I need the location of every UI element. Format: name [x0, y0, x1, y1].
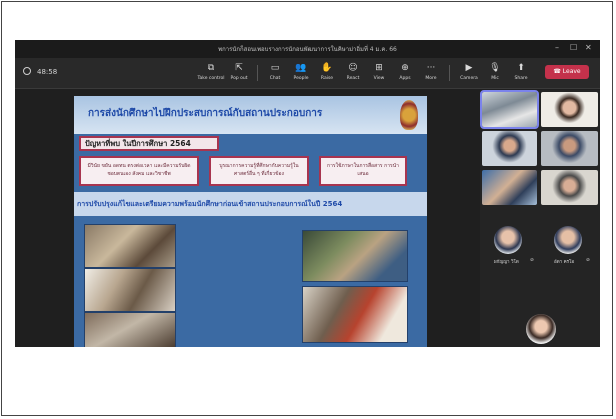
chat-icon: ▭ [270, 63, 280, 73]
leave-button[interactable]: ☎ Leave [545, 65, 589, 79]
mic-off-icon: 🎙 [489, 63, 501, 73]
take-control-icon: ⧉ [207, 63, 215, 73]
close-button[interactable]: ✕ [585, 43, 592, 52]
participant-video-tile[interactable] [541, 131, 598, 166]
view-label: View [373, 76, 385, 81]
raise-hand-button[interactable]: ✋ Raise [313, 62, 341, 86]
pop-out-button[interactable]: ⇱ Pop out [225, 62, 253, 86]
chat-button[interactable]: ▭ Chat [261, 62, 289, 86]
more-button[interactable]: ··· More [417, 62, 445, 86]
share-label: Share [514, 76, 528, 81]
training-photo [302, 286, 408, 343]
problem-box-discipline: มีวินัย ขยัน อดทน ตรงต่อเวลา และมีความรั… [79, 156, 199, 186]
raise-label: Raise [320, 76, 334, 81]
participant-avatar[interactable] [554, 226, 582, 254]
pop-out-label: Pop out [230, 76, 248, 81]
leave-label: Leave [562, 68, 581, 75]
apps-label: Apps [399, 76, 411, 81]
take-control-button[interactable]: ⧉ Take control [197, 62, 225, 86]
hand-icon: ✋ [321, 63, 333, 73]
window-title: พการนักก็สอนเพอบรางการนักอนพัฒนาการในคิษ… [218, 46, 397, 53]
take-control-label: Take control [197, 76, 225, 81]
pop-out-icon: ⇱ [235, 63, 243, 73]
people-icon: 👥 [295, 63, 307, 73]
participant-name: ผกัญญา วิโด [494, 260, 519, 265]
university-seal-logo [400, 100, 418, 130]
minimize-button[interactable]: – [555, 43, 559, 52]
people-label: People [293, 76, 309, 81]
problem-box-communication: การใช้ภาษาในการสื่อสาร การนำเสนอ [319, 156, 407, 186]
mic-button[interactable]: 🎙 Mic [481, 62, 509, 86]
react-label: React [346, 76, 360, 81]
slide-title: การส่งนักศึกษาไปฝึกประสบการณ์กับสถานประก… [88, 108, 323, 119]
camera-button[interactable]: ▶ Camera [455, 62, 483, 86]
share-button[interactable]: ⬆ Share [507, 62, 535, 86]
toolbar-divider [449, 65, 450, 81]
camera-label: Camera [460, 76, 478, 81]
participant-video-tile[interactable] [541, 170, 598, 205]
mic-off-icon: ⊘ [530, 258, 534, 263]
maximize-button[interactable]: ☐ [570, 43, 577, 52]
meeting-timer: 48:58 [37, 68, 58, 76]
participant-video-tile[interactable] [482, 131, 537, 166]
apps-button[interactable]: ⊕ Apps [391, 62, 419, 86]
problem-box-integration: บูรณาการความรู้ที่ศึกษากับความรู้ในศาสตร… [209, 156, 309, 186]
share-icon: ⬆ [517, 63, 525, 73]
view-button[interactable]: ⊞ View [365, 62, 393, 86]
participant-avatar[interactable] [526, 314, 556, 344]
shield-icon [23, 67, 31, 75]
training-photo [302, 230, 408, 282]
participant-name: อัดา ครโอ [554, 260, 575, 265]
problems-heading: ปัญหาที่พบ ในปีการศึกษา 2564 [79, 136, 219, 151]
apps-icon: ⊕ [401, 63, 409, 73]
participant-avatar[interactable] [494, 226, 522, 254]
chat-label: Chat [269, 76, 281, 81]
camera-off-icon: ▶ [465, 63, 473, 73]
toolbar-divider [257, 65, 258, 81]
react-button[interactable]: ☺ React [339, 62, 367, 86]
grid-icon: ⊞ [375, 63, 383, 73]
participant-video-tile[interactable] [482, 170, 537, 205]
title-bar: พการนักก็สอนเพอบรางการนักอนพัฒนาการในคิษ… [15, 40, 600, 58]
participant-video-tile[interactable] [480, 90, 539, 129]
meeting-toolbar: 48:58 ⧉ Take control ⇱ Pop out ▭ Chat 👥 … [15, 58, 600, 89]
more-label: More [425, 76, 437, 81]
improvement-heading: การปรับปรุงแก้ไขและเตรียมความพร้อมนักศึก… [77, 200, 343, 208]
training-photo [84, 224, 176, 268]
participant-video-tile[interactable] [541, 92, 598, 127]
training-photo [84, 312, 176, 347]
teams-meeting-window: พการนักก็สอนเพอบรางการนักอนพัฒนาการในคิษ… [15, 40, 600, 347]
mic-off-icon: ⊘ [586, 258, 590, 263]
training-photo [84, 268, 176, 312]
people-button[interactable]: 👥 People [287, 62, 315, 86]
participants-panel: ผกัญญา วิโด ⊘ อัดา ครโอ ⊘ [480, 90, 600, 347]
more-icon: ··· [426, 63, 436, 73]
phone-hangup-icon: ☎ [553, 68, 563, 75]
shared-slide: การส่งนักศึกษาไปฝึกประสบการณ์กับสถานประก… [74, 96, 427, 347]
smile-icon: ☺ [348, 63, 358, 73]
mic-label: Mic [491, 76, 499, 81]
